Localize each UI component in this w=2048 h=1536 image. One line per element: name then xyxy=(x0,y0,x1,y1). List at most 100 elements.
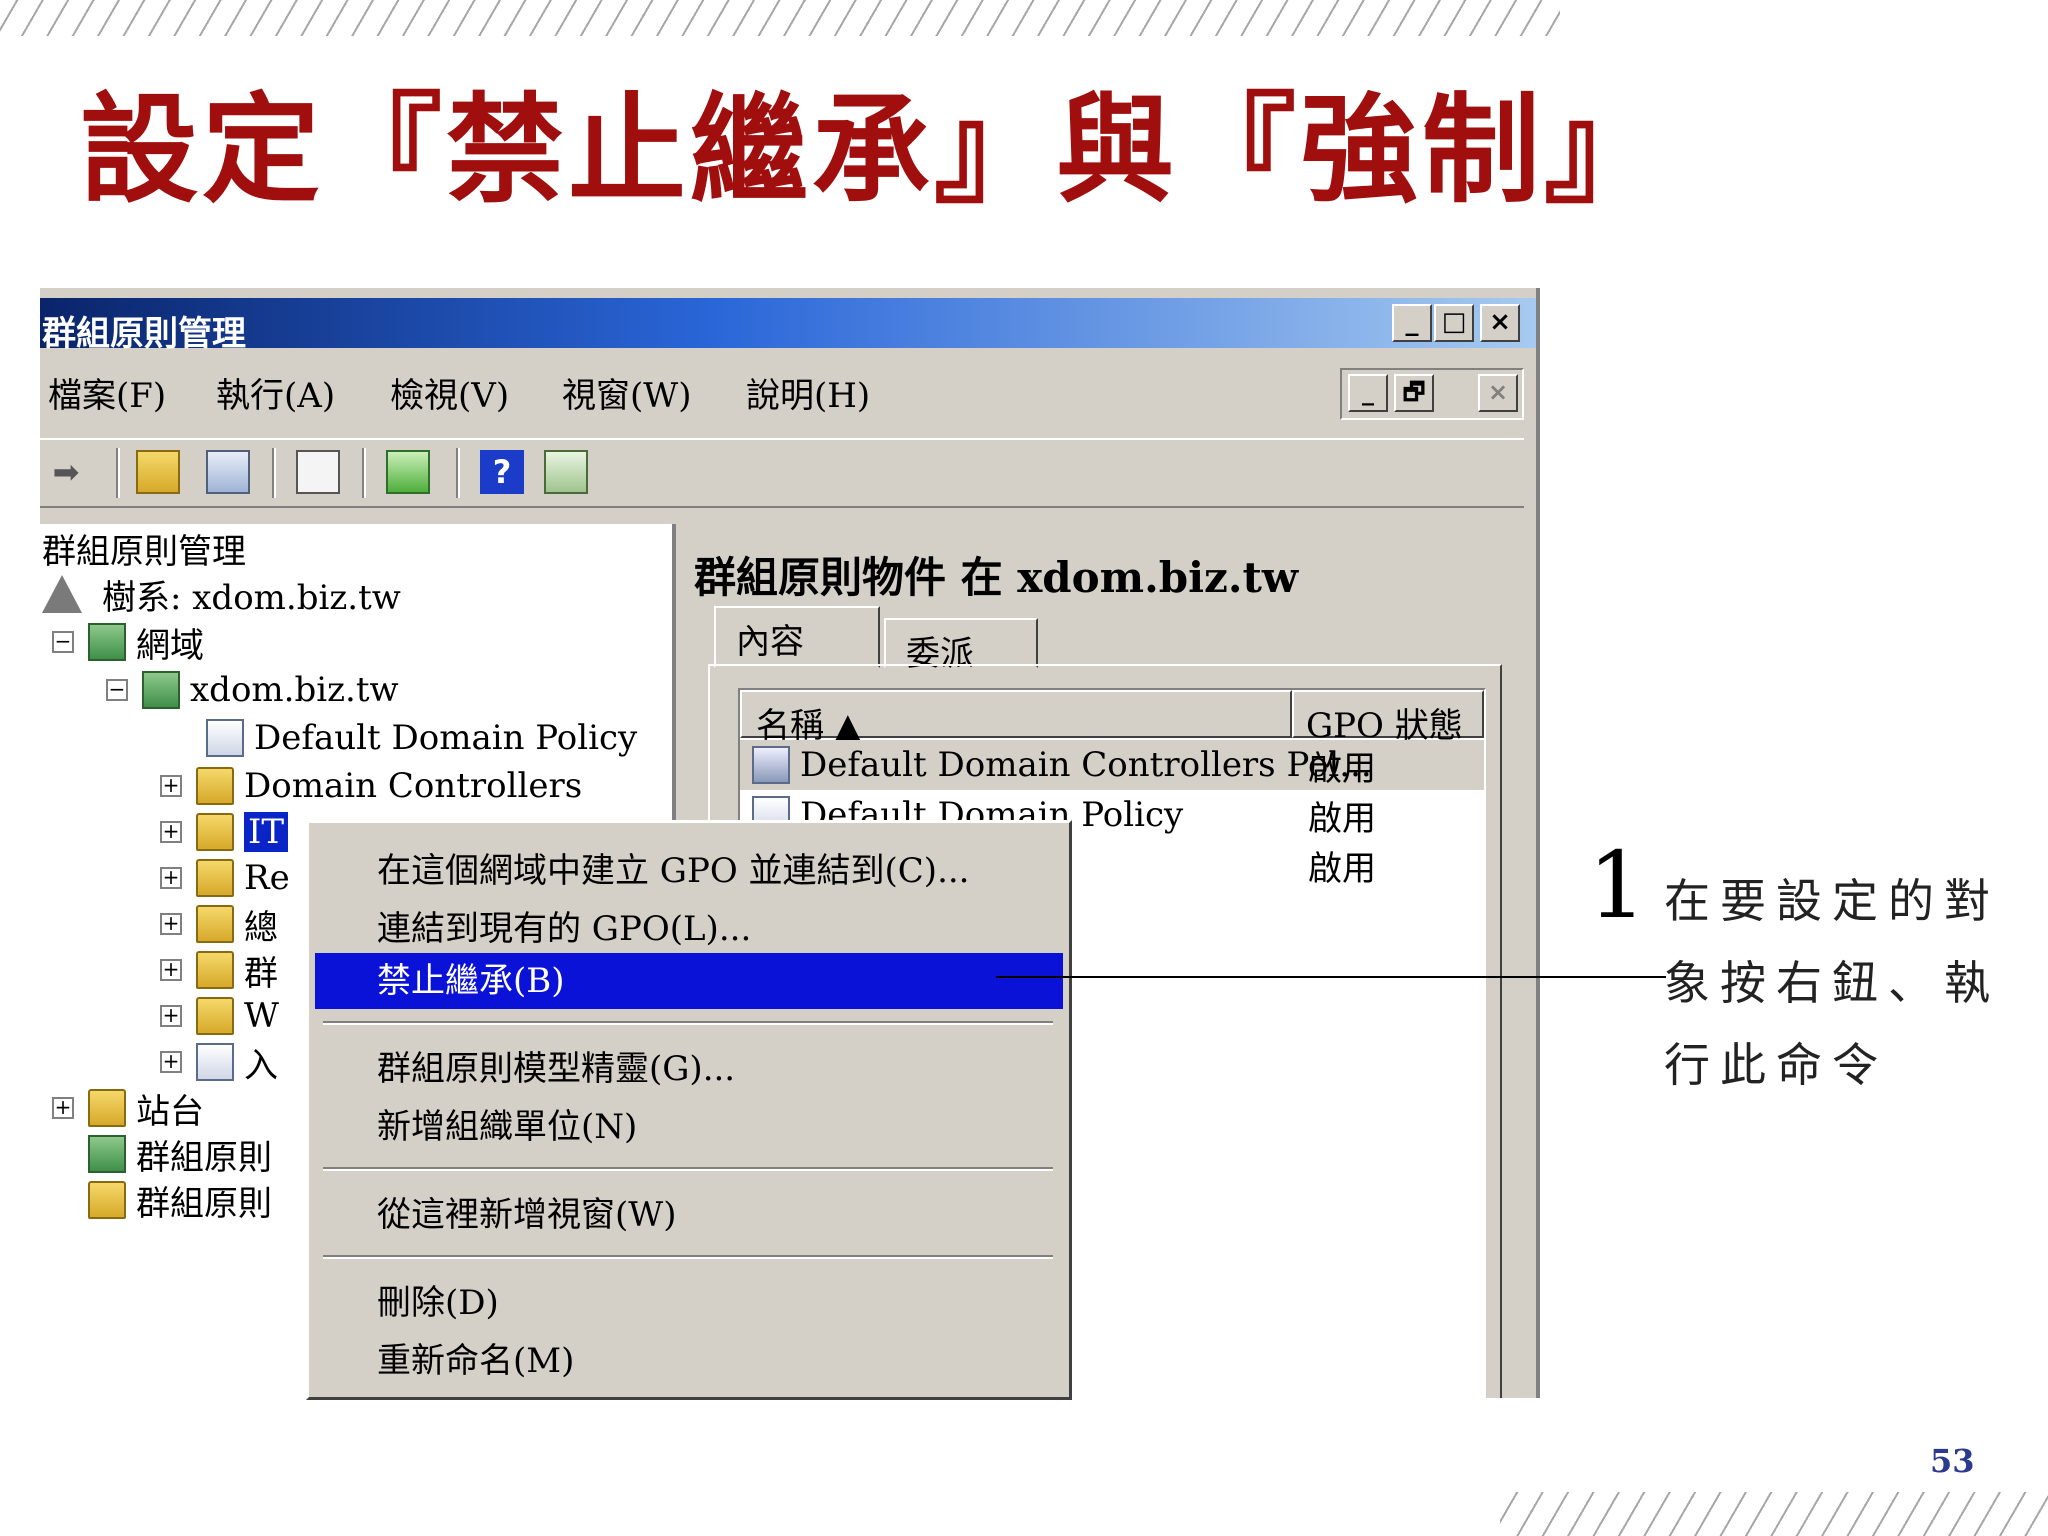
expand-icon[interactable]: + xyxy=(160,867,182,889)
menu-item-new-window-here[interactable]: 從這裡新增視窗(W) xyxy=(315,1187,1063,1243)
menu-item-rename[interactable]: 重新命名(M) xyxy=(315,1333,1063,1389)
domain-icon xyxy=(142,671,180,709)
tree-domain-label: xdom.biz.tw xyxy=(190,670,399,710)
details-heading: 群組原則物件 在 xdom.biz.tw xyxy=(694,553,1299,602)
gpo-status: 啟用 xyxy=(1308,848,1376,889)
close-button[interactable]: × xyxy=(1480,304,1520,342)
tree-item-it[interactable]: + IT xyxy=(160,810,289,854)
help-icon[interactable]: ? xyxy=(480,450,524,494)
menu-item-create-gpo-link[interactable]: 在這個網域中建立 GPO 並連結到(C)... xyxy=(315,843,1063,899)
wmi-filter-icon xyxy=(196,997,234,1035)
window-title: 群組原則管理 xyxy=(42,314,246,354)
gpo-status: 啟用 xyxy=(1308,748,1376,789)
tree-item-re[interactable]: + Re xyxy=(160,856,290,900)
tree-default-policy-label: Default Domain Policy xyxy=(254,718,638,758)
ou-folder-icon xyxy=(196,813,234,851)
tree-item-zong[interactable]: + 總 xyxy=(160,902,278,948)
refresh-icon[interactable] xyxy=(386,450,430,494)
toolbar-separator xyxy=(456,448,460,498)
tree-item-domain-controllers[interactable]: + Domain Controllers xyxy=(160,764,582,808)
expand-icon[interactable]: + xyxy=(160,821,182,843)
menu-item-link-existing-gpo[interactable]: 連結到現有的 GPO(L)... xyxy=(315,901,1063,957)
tree-item-starter-gpos[interactable]: + 入 xyxy=(160,1040,278,1086)
callout-text: 在要設定的對象按右鈕、執行此命令 xyxy=(1664,874,2000,1092)
clipboard-icon[interactable] xyxy=(296,450,340,494)
menu-view[interactable]: 檢視(V) xyxy=(390,368,509,417)
tree-re-label: Re xyxy=(244,858,290,898)
window-titlebar: 群組原則管理 _ □ × xyxy=(40,298,1536,354)
mdi-restore-button[interactable]: 🗗 xyxy=(1394,374,1434,412)
menu-help[interactable]: 說明(H) xyxy=(746,368,870,417)
ou-folder-icon xyxy=(196,905,234,943)
tab-delegation[interactable]: 委派 xyxy=(884,618,1038,674)
collapse-icon[interactable]: − xyxy=(106,679,128,701)
menu-separator xyxy=(323,1167,1053,1171)
sites-icon xyxy=(88,1089,126,1127)
slide-title: 設定『禁止繼承』與『強制』 xyxy=(80,81,1667,219)
expand-icon[interactable]: + xyxy=(160,1051,182,1073)
expand-icon[interactable]: + xyxy=(160,1005,182,1027)
gpo-link-icon xyxy=(206,719,244,757)
bottom-hatch-decoration xyxy=(1500,1492,2048,1536)
minimize-button[interactable]: _ xyxy=(1392,304,1432,342)
tree-item-gp-modeling[interactable]: 群組原則 xyxy=(88,1132,272,1178)
collapse-icon[interactable]: − xyxy=(52,631,74,653)
menu-item-new-ou[interactable]: 新增組織單位(N) xyxy=(315,1099,1063,1155)
expand-icon[interactable]: + xyxy=(160,775,182,797)
mdi-minimize-button[interactable]: _ xyxy=(1348,374,1388,412)
ou-folder-icon xyxy=(196,859,234,897)
column-header-name[interactable]: 名稱 ▲ xyxy=(740,690,1292,746)
tree-item-default-policy[interactable]: Default Domain Policy xyxy=(206,716,637,760)
action-pane-icon[interactable] xyxy=(544,450,588,494)
top-hatch-decoration xyxy=(0,0,1560,36)
column-header-gpo-status[interactable]: GPO 狀態 xyxy=(1292,690,1484,746)
up-folder-icon[interactable] xyxy=(136,450,180,494)
tree-qun-label: 群 xyxy=(244,953,278,994)
tree-item-gpo-objects[interactable]: + 群 xyxy=(160,948,278,994)
mdi-close-button[interactable]: × xyxy=(1478,374,1518,412)
tree-item-wmi-filters[interactable]: + W xyxy=(160,994,279,1038)
menu-item-delete[interactable]: 刪除(D) xyxy=(315,1275,1063,1331)
tree-item-domains[interactable]: − 網域 xyxy=(52,620,204,666)
tree-domain-controllers-label: Domain Controllers xyxy=(244,766,583,806)
gpo-status: 啟用 xyxy=(1308,798,1376,839)
forward-arrow-icon[interactable]: ➡ xyxy=(44,450,88,494)
toolbar: ➡ ? xyxy=(40,438,1524,508)
toolbar-separator xyxy=(362,448,366,498)
tree-item-root[interactable]: 群組原則管理 xyxy=(42,526,246,572)
tree-domains-label: 網域 xyxy=(136,625,204,666)
expand-icon[interactable]: + xyxy=(160,913,182,935)
tree-it-label: IT xyxy=(244,812,289,852)
tree-sites-label: 站台 xyxy=(136,1091,204,1132)
tree-item-sites[interactable]: + 站台 xyxy=(52,1086,204,1132)
menubar: 檔案(F) 執行(A) 檢視(V) 視窗(W) 說明(H) xyxy=(40,356,1536,418)
menu-item-gp-modeling-wizard[interactable]: 群組原則模型精靈(G)... xyxy=(315,1041,1063,1097)
expand-icon[interactable]: + xyxy=(52,1097,74,1119)
context-menu: 在這個網域中建立 GPO 並連結到(C)... 連結到現有的 GPO(L)...… xyxy=(306,820,1072,1400)
gpo-name: Default Domain Controllers Pol... xyxy=(800,745,1372,785)
menu-file[interactable]: 檔案(F) xyxy=(48,368,166,417)
menu-item-block-inheritance[interactable]: 禁止繼承(B) xyxy=(315,953,1063,1009)
maximize-button[interactable]: □ xyxy=(1434,304,1474,342)
table-row[interactable]: Default Domain Controllers Pol... 啟用 xyxy=(740,740,1484,790)
page-number: 53 xyxy=(1930,1442,1975,1480)
tree-gp-results-label: 群組原則 xyxy=(136,1183,272,1224)
gpo-container-icon xyxy=(196,951,234,989)
menu-window[interactable]: 視窗(W) xyxy=(562,368,691,417)
tree-item-domain[interactable]: − xdom.biz.tw xyxy=(106,668,399,712)
tree-item-gp-results[interactable]: 群組原則 xyxy=(88,1178,272,1224)
menu-action[interactable]: 執行(A) xyxy=(216,368,335,417)
domains-icon xyxy=(88,623,126,661)
tab-contents[interactable]: 內容 xyxy=(714,606,880,668)
show-tree-icon[interactable] xyxy=(206,450,250,494)
menu-separator xyxy=(323,1255,1053,1259)
toolbar-separator xyxy=(272,448,276,498)
gpo-icon xyxy=(752,746,790,784)
tree-item-forest[interactable]: 樹系: xdom.biz.tw xyxy=(42,572,401,618)
menu-separator xyxy=(323,1021,1053,1025)
tree-zong-label: 總 xyxy=(244,907,278,948)
expand-icon[interactable]: + xyxy=(160,959,182,981)
tree-w-label: W xyxy=(244,996,279,1036)
ou-folder-icon xyxy=(196,767,234,805)
callout-line xyxy=(996,976,1666,978)
